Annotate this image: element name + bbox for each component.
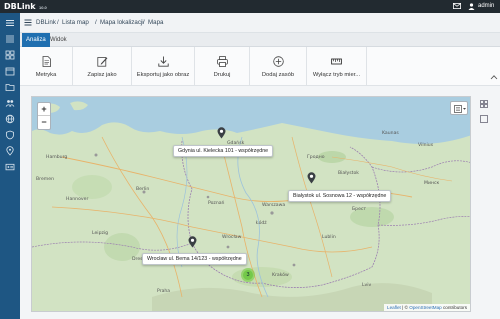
zoom-out-button[interactable]: − (38, 116, 50, 129)
app-version: 10.0 (39, 5, 47, 10)
calendar-icon[interactable] (5, 66, 15, 76)
city-label: Warszawa (262, 203, 286, 208)
ruler-icon (331, 58, 342, 65)
attribution-suffix: contributors (442, 305, 467, 310)
tab-widok[interactable]: Widok (46, 33, 71, 47)
osm-link[interactable]: OpenStreetMap (409, 305, 441, 310)
grid-icon[interactable] (5, 50, 15, 60)
marker-popup: Wrocław ul. Bema 14/123 - współrzędne (142, 253, 247, 265)
location-marker-icon[interactable] (217, 127, 226, 139)
marker-popup: Gdynia ul. Kielecka 101 - współrzędne (173, 145, 274, 157)
breadcrumb: DBLink / Lista map / Mapa lokalizacji / … (20, 13, 500, 33)
layers-control-button[interactable] (450, 101, 468, 115)
left-navigation-rail (0, 13, 20, 319)
city-label: Berlin (136, 187, 150, 192)
city-label: Lublin (322, 235, 336, 240)
eksportuj-label: Eksportuj jako obraz (136, 72, 190, 78)
breadcrumb-item-mapa-lokalizacji[interactable]: Mapa lokalizacji (100, 19, 144, 26)
drukuj-label: Drukuj (213, 72, 231, 78)
plus-circle-icon (273, 56, 284, 67)
zapisz-jako-button[interactable]: Zapisz jako (73, 47, 132, 86)
metryka-label: Metryka (35, 72, 57, 78)
panel-icon[interactable] (480, 115, 488, 123)
city-label: Брест (352, 207, 367, 212)
city-label: Hamburg (46, 155, 68, 160)
map-attribution: Leaflet | © OpenStreetMap contributors (384, 304, 470, 311)
breadcrumb-separator: / (143, 19, 145, 26)
city-label: Bremen (36, 177, 54, 182)
menu-toggle-icon[interactable] (24, 18, 32, 27)
leaflet-link[interactable]: Leaflet (387, 305, 401, 310)
breadcrumb-separator: / (95, 19, 97, 26)
drukuj-button[interactable]: Drukuj (195, 47, 250, 86)
wylacz-tryb-label: Wyłącz tryb mier... (312, 72, 361, 78)
folder-icon[interactable] (5, 82, 15, 92)
user-name[interactable]: admin (478, 3, 494, 9)
city-label: Минск (424, 181, 440, 186)
shield-icon[interactable] (5, 130, 15, 140)
city-label: Lviv (362, 283, 372, 288)
printer-icon (217, 56, 228, 67)
city-label: Łódź (256, 221, 267, 226)
people-icon[interactable] (5, 98, 15, 108)
location-marker-icon[interactable] (188, 236, 197, 248)
top-bar: DBLink 10.0 admin (0, 0, 500, 13)
zapisz-jako-label: Zapisz jako (87, 72, 117, 78)
city-label: Гродно (307, 155, 325, 160)
city-label: Hannover (66, 197, 89, 202)
id-card-icon[interactable] (5, 162, 15, 172)
location-icon[interactable] (5, 146, 15, 156)
ribbon-tabs: Analiza Widok (20, 33, 500, 47)
copyright-sign: © (404, 305, 408, 310)
list-icon[interactable] (5, 34, 15, 44)
edit-icon (97, 57, 108, 67)
city-label: Wrocław (222, 235, 242, 240)
map-view[interactable]: Hamburg Berlin Dresden Praha Bremen Hann… (31, 96, 471, 312)
mail-icon[interactable] (453, 3, 461, 9)
ribbon-toolbar: Metryka Zapisz jako Eksportuj jako obraz… (20, 47, 500, 86)
city-label: Poznań (208, 201, 225, 206)
user-icon[interactable] (468, 3, 475, 10)
marker-popup: Białystok ul. Sosnowa 12 - współrzędne (288, 190, 392, 202)
metryka-button[interactable]: Metryka (20, 47, 73, 86)
chevron-up-icon[interactable] (490, 74, 498, 80)
marker-cluster[interactable]: 3 (241, 268, 255, 282)
layout-grid-icon[interactable] (480, 100, 488, 108)
download-icon (158, 56, 169, 67)
location-marker-icon[interactable] (307, 172, 316, 184)
zoom-in-button[interactable]: + (38, 103, 50, 116)
dodaj-zasob-button[interactable]: Dodaj zasób (250, 47, 307, 86)
document-icon (42, 56, 51, 67)
city-label: Kraków (272, 273, 289, 278)
city-label: Leipzig (92, 231, 109, 236)
zoom-control: + − (37, 102, 51, 130)
breadcrumb-separator: / (57, 19, 59, 26)
wylacz-tryb-mierzenia-button[interactable]: Wyłącz tryb mier... (307, 47, 367, 86)
app-brand[interactable]: DBLink (4, 2, 36, 11)
hamburger-menu-icon[interactable] (5, 18, 15, 28)
dodaj-zasob-label: Dodaj zasób (261, 72, 295, 78)
globe-icon[interactable] (5, 114, 15, 124)
layers-icon (454, 105, 466, 113)
city-label: Kaunas (382, 131, 399, 136)
city-label: Vilnius (418, 143, 434, 148)
city-label: Białystok (338, 171, 359, 176)
eksportuj-jako-obraz-button[interactable]: Eksportuj jako obraz (132, 47, 195, 86)
city-label: Praha (157, 289, 171, 294)
cluster-count: 3 (243, 270, 253, 280)
breadcrumb-item-mapa: Mapa (148, 19, 164, 26)
breadcrumb-item-dblink[interactable]: DBLink (36, 19, 56, 26)
breadcrumb-item-lista-map[interactable]: Lista map (62, 19, 89, 26)
